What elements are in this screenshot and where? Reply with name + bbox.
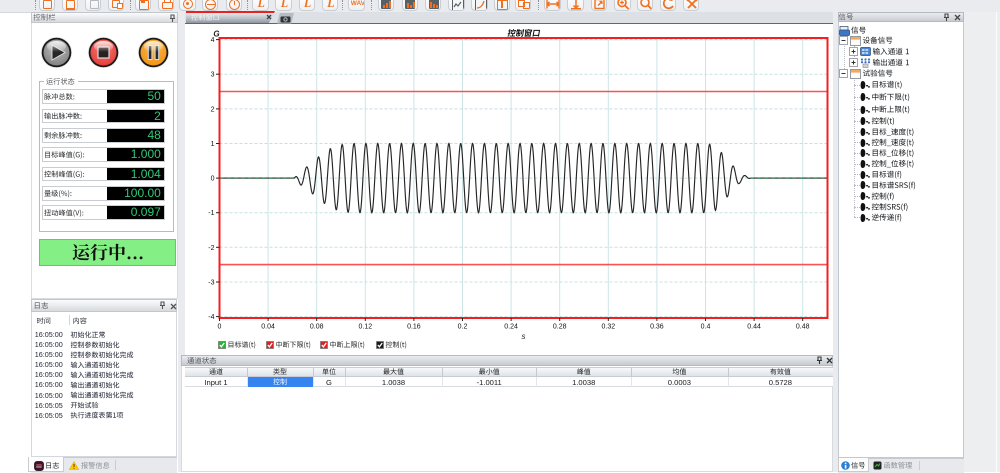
svg-text:G: G [213,30,219,39]
svg-text:0.32: 0.32 [601,324,615,331]
svg-text:3: 3 [211,72,215,79]
svg-text:1: 1 [211,141,215,148]
svg-text:s: s [522,332,526,341]
svg-text:2: 2 [211,106,215,113]
svg-text:0.44: 0.44 [747,324,761,331]
svg-text:-4: -4 [208,314,214,321]
svg-text:0: 0 [211,176,215,183]
svg-text:-3: -3 [208,280,214,287]
svg-text:-1: -1 [208,210,214,217]
svg-text:0.48: 0.48 [796,324,810,331]
svg-text:0.36: 0.36 [650,324,664,331]
svg-text:0: 0 [218,324,222,331]
svg-text:0.28: 0.28 [553,324,567,331]
svg-text:0.24: 0.24 [504,324,518,331]
svg-text:0.16: 0.16 [407,324,421,331]
svg-text:0.2: 0.2 [458,324,468,331]
svg-text:0.08: 0.08 [310,324,324,331]
svg-text:0.04: 0.04 [261,324,275,331]
svg-text:0.12: 0.12 [358,324,372,331]
svg-text:0.4: 0.4 [701,324,711,331]
svg-text:-2: -2 [208,245,214,252]
